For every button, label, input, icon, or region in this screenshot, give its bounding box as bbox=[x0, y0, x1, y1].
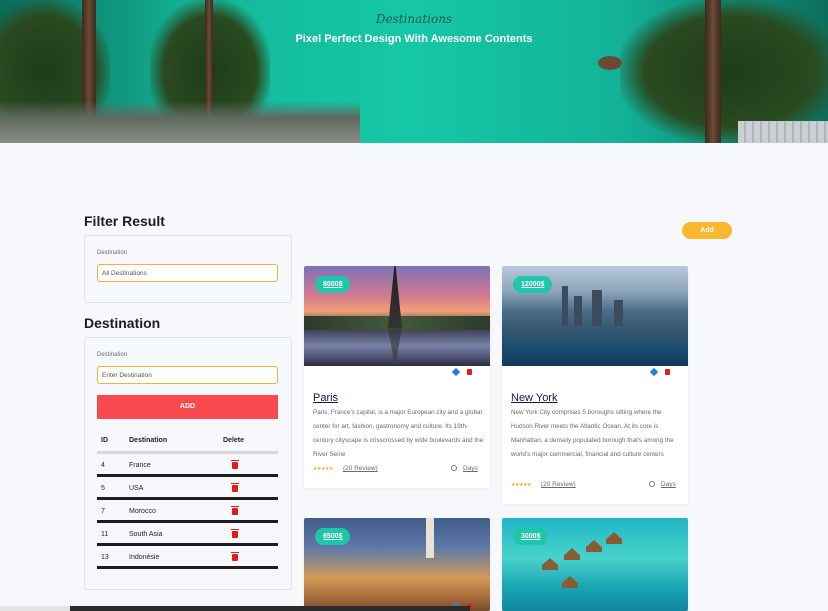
card-title[interactable]: New York bbox=[511, 392, 557, 404]
bungalow-image bbox=[542, 558, 558, 570]
clock-icon bbox=[649, 481, 655, 487]
delete-icon[interactable] bbox=[467, 369, 472, 375]
days-link[interactable]: Days bbox=[463, 465, 478, 472]
card-description: Paris, France's capital, is a major Euro… bbox=[313, 409, 484, 458]
delete-icon[interactable] bbox=[231, 483, 239, 492]
price-badge[interactable]: 12000$ bbox=[513, 276, 553, 293]
dock-image bbox=[738, 121, 828, 143]
eiffel-tower-image bbox=[388, 266, 402, 328]
row-destination: Indonésie bbox=[129, 554, 160, 561]
filter-title: Filter Result bbox=[84, 213, 165, 229]
row-id: 4 bbox=[101, 462, 105, 469]
hero-title: Pixel Perfect Design With Awesome Conten… bbox=[295, 33, 533, 45]
skyscraper-image bbox=[592, 290, 602, 326]
add-card-button[interactable]: Add bbox=[682, 222, 732, 239]
destination-panel: Destination Enter Destination ADD ID Des… bbox=[84, 337, 292, 590]
skyscraper-image bbox=[574, 296, 582, 326]
skyscraper-image bbox=[562, 286, 568, 326]
table-row: 7 Morocco bbox=[97, 500, 278, 523]
delete-icon[interactable] bbox=[231, 552, 239, 561]
days-link[interactable]: Days bbox=[661, 481, 676, 488]
card-title[interactable]: Paris bbox=[313, 392, 338, 404]
row-id: 11 bbox=[101, 531, 109, 538]
card-description: New York City comprises 5 boroughs sitti… bbox=[511, 409, 674, 458]
row-destination: USA bbox=[129, 485, 144, 492]
bottom-strip bbox=[0, 606, 70, 611]
table-row: 4 France bbox=[97, 454, 278, 477]
add-destination-button[interactable]: ADD bbox=[97, 395, 278, 419]
bungalow-image bbox=[564, 548, 580, 560]
table-row: 5 USA bbox=[97, 477, 278, 500]
row-id: 13 bbox=[101, 554, 109, 561]
destination-card: 12000$ New York New York City comprises … bbox=[502, 266, 688, 504]
clock-icon bbox=[451, 465, 457, 471]
price-badge[interactable]: 6500$ bbox=[315, 528, 351, 545]
star-rating-icon: ★★★★★ bbox=[511, 482, 531, 488]
bungalow-image bbox=[562, 576, 578, 588]
delete-icon[interactable] bbox=[231, 506, 239, 515]
header-destination: Destination bbox=[129, 437, 168, 444]
filter-label: Destination bbox=[97, 250, 128, 256]
row-destination: South Asia bbox=[129, 531, 163, 538]
price-badge[interactable]: 8000$ bbox=[315, 276, 351, 293]
header-delete: Delete bbox=[223, 437, 245, 444]
edit-icon[interactable] bbox=[451, 367, 461, 377]
row-id: 5 bbox=[101, 485, 105, 492]
reviews-link[interactable]: (20 Review) bbox=[343, 465, 378, 472]
hero-banner: Destinations Pixel Perfect Design With A… bbox=[0, 0, 828, 143]
filter-panel: Destination All Destinations bbox=[84, 235, 292, 303]
reviews-link[interactable]: (20 Review) bbox=[541, 481, 576, 488]
boat-image bbox=[598, 56, 622, 70]
destination-title: Destination bbox=[84, 315, 161, 331]
price-badge[interactable]: 3000$ bbox=[513, 528, 549, 545]
hero-subtitle: Destinations bbox=[375, 12, 453, 26]
delete-icon[interactable] bbox=[231, 529, 239, 538]
table-row: 11 South Asia bbox=[97, 523, 278, 546]
rocks-image bbox=[0, 101, 360, 143]
table-row: 13 Indonésie bbox=[97, 546, 278, 569]
destination-card: 8000$ Paris Paris, France's capital, is … bbox=[304, 266, 490, 488]
row-destination: Morocco bbox=[129, 508, 156, 515]
delete-icon[interactable] bbox=[665, 369, 670, 375]
header-id: ID bbox=[101, 437, 108, 444]
destination-input[interactable]: Enter Destination bbox=[97, 366, 278, 384]
bungalow-image bbox=[606, 532, 622, 544]
bungalow-image bbox=[586, 540, 602, 552]
row-id: 7 bbox=[101, 508, 105, 515]
skyscraper-image bbox=[614, 300, 623, 326]
minaret-image bbox=[426, 518, 434, 558]
bottom-strip bbox=[70, 606, 470, 611]
destination-filter-select[interactable]: All Destinations bbox=[97, 264, 278, 282]
delete-icon[interactable] bbox=[231, 460, 239, 469]
reflection-image bbox=[388, 328, 402, 362]
row-destination: France bbox=[129, 462, 151, 469]
star-rating-icon: ★★★★★ bbox=[313, 466, 333, 472]
destination-card: 6500$ bbox=[304, 518, 490, 611]
destination-card: 3000$ bbox=[502, 518, 688, 611]
edit-icon[interactable] bbox=[649, 367, 659, 377]
destination-label: Destination bbox=[97, 352, 128, 358]
